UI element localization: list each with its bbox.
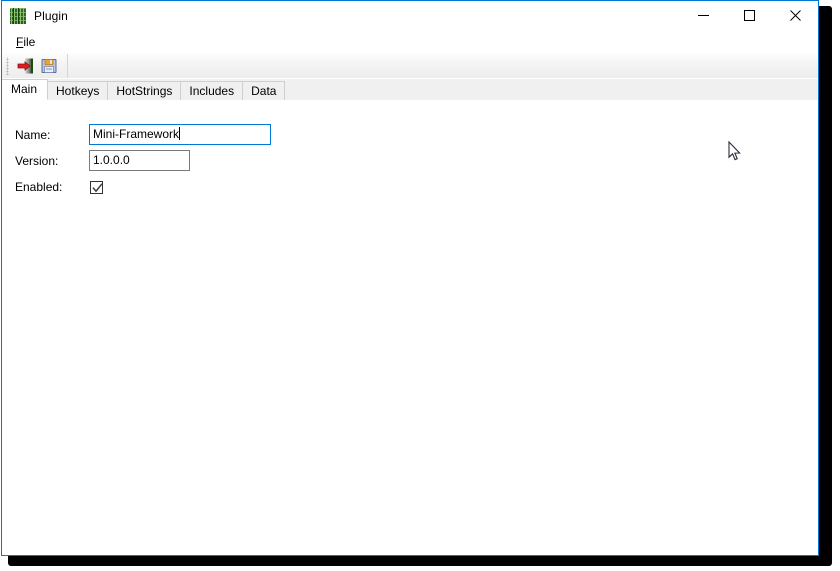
toolbar bbox=[2, 53, 818, 79]
window-title: Plugin bbox=[34, 9, 68, 23]
screenshot-root: Plugin File Main Hotkeys HotStrings Incl… bbox=[0, 0, 840, 571]
maximize-button[interactable] bbox=[726, 1, 772, 30]
menu-item-file[interactable]: File bbox=[14, 33, 41, 51]
version-field-row: Version: 1.0.0.0 bbox=[15, 150, 190, 171]
text-caret bbox=[179, 127, 181, 140]
tab-hotkeys-label: Hotkeys bbox=[56, 84, 100, 98]
name-input[interactable]: Mini-Framework bbox=[89, 124, 271, 145]
import-button[interactable] bbox=[13, 54, 37, 77]
version-input-value: 1.0.0.0 bbox=[93, 153, 130, 167]
toolbar-separator bbox=[67, 53, 68, 78]
tab-hotstrings[interactable]: HotStrings bbox=[107, 81, 182, 100]
close-button[interactable] bbox=[772, 1, 818, 30]
floppy-disk-save-icon bbox=[41, 58, 57, 73]
menu-item-file-rest: ile bbox=[23, 35, 36, 49]
enabled-label: Enabled: bbox=[15, 180, 63, 194]
tab-data[interactable]: Data bbox=[242, 81, 286, 100]
minimize-icon bbox=[697, 15, 709, 16]
checkmark-icon bbox=[92, 182, 103, 192]
plugin-app-icon bbox=[10, 8, 26, 24]
tab-hotstrings-label: HotStrings bbox=[116, 84, 173, 98]
tab-main[interactable]: Main bbox=[2, 79, 49, 100]
save-button[interactable] bbox=[37, 54, 61, 77]
enabled-field-row: Enabled: bbox=[15, 180, 103, 194]
window-controls bbox=[680, 1, 818, 30]
name-label: Name: bbox=[15, 127, 51, 142]
main-tab-panel: Name: Mini-Framework Version: 1.0.0.0 En… bbox=[2, 100, 818, 555]
name-field-row: Name: Mini-Framework bbox=[15, 124, 271, 145]
toolbar-grip-handle[interactable] bbox=[4, 56, 12, 75]
close-icon bbox=[789, 10, 801, 21]
version-input[interactable]: 1.0.0.0 bbox=[89, 150, 190, 171]
title-bar: Plugin bbox=[2, 1, 818, 31]
tab-includes[interactable]: Includes bbox=[180, 81, 244, 100]
tab-strip: Main Hotkeys HotStrings Includes Data bbox=[2, 79, 818, 100]
version-label: Version: bbox=[15, 153, 59, 168]
minimize-button[interactable] bbox=[680, 1, 726, 30]
tab-includes-label: Includes bbox=[189, 84, 235, 98]
enabled-checkbox[interactable] bbox=[90, 180, 103, 194]
name-input-value: Mini-Framework bbox=[93, 127, 180, 141]
tab-main-label: Main bbox=[11, 82, 38, 96]
import-arrow-icon bbox=[17, 58, 33, 73]
tab-data-label: Data bbox=[251, 84, 277, 98]
maximize-icon bbox=[743, 10, 755, 21]
tab-hotkeys[interactable]: Hotkeys bbox=[47, 81, 109, 100]
plugin-window: Plugin File Main Hotkeys HotStrings Incl… bbox=[1, 0, 819, 556]
menu-bar: File bbox=[2, 31, 818, 53]
